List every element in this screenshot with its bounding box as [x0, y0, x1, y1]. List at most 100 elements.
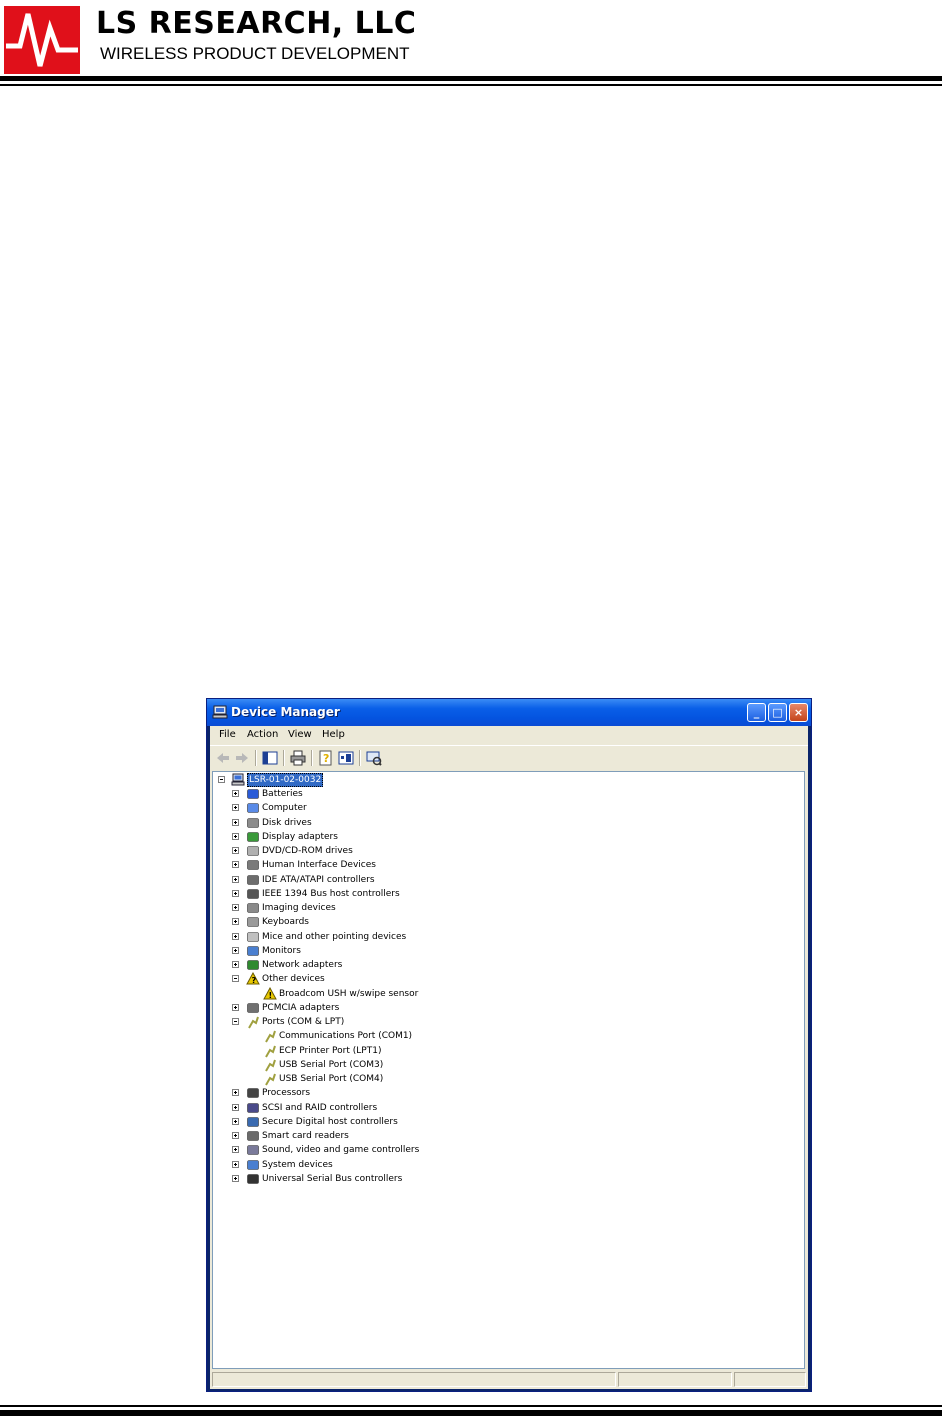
- tree-item-label[interactable]: System devices: [262, 1158, 333, 1172]
- tree-category[interactable]: Sound, video and game controllers: [213, 1143, 793, 1157]
- tree-item-label[interactable]: SCSI and RAID controllers: [262, 1101, 377, 1115]
- expand-icon[interactable]: [232, 861, 239, 869]
- tree-category[interactable]: Computer: [213, 801, 793, 815]
- tree-device[interactable]: USB Serial Port (COM4): [213, 1072, 793, 1086]
- expand-icon[interactable]: [232, 1174, 239, 1182]
- tree-item-label[interactable]: Disk drives: [262, 816, 312, 830]
- close-button[interactable]: ×: [789, 703, 808, 722]
- tree-item-label[interactable]: IEEE 1394 Bus host controllers: [262, 887, 400, 901]
- tree-device[interactable]: USB Serial Port (COM3): [213, 1058, 793, 1072]
- tree-item-label[interactable]: USB Serial Port (COM3): [279, 1058, 383, 1072]
- tree-item-label[interactable]: Processors: [262, 1086, 310, 1100]
- expand-icon[interactable]: [232, 918, 239, 926]
- expand-icon[interactable]: [232, 1132, 239, 1139]
- title-bar[interactable]: Device Manager _ □ ×: [207, 699, 811, 726]
- tree-category[interactable]: Batteries: [213, 787, 793, 801]
- update-driver-icon[interactable]: [338, 750, 354, 766]
- collapse-icon[interactable]: [218, 776, 225, 783]
- tree-category[interactable]: Imaging devices: [213, 901, 793, 915]
- maximize-button[interactable]: □: [768, 703, 787, 722]
- expand-icon[interactable]: [232, 1003, 239, 1011]
- expand-icon[interactable]: [232, 904, 239, 911]
- tree-item-label[interactable]: PCMCIA adapters: [262, 1001, 339, 1015]
- expand-icon[interactable]: [232, 932, 239, 940]
- tree-category[interactable]: Mice and other pointing devices: [213, 930, 793, 944]
- device-tree[interactable]: LSR-01-02-0032 Batteries Computer Disk dri…: [212, 771, 805, 1369]
- expand-icon[interactable]: [232, 1117, 239, 1125]
- tree-item-label[interactable]: Keyboards: [262, 915, 309, 929]
- tree-category[interactable]: Secure Digital host controllers: [213, 1115, 793, 1129]
- tree-category[interactable]: Processors: [213, 1086, 793, 1100]
- expand-icon[interactable]: [232, 961, 239, 968]
- tree-category[interactable]: Universal Serial Bus controllers: [213, 1172, 793, 1186]
- tree-category[interactable]: Keyboards: [213, 915, 793, 929]
- tree-category[interactable]: Disk drives: [213, 816, 793, 830]
- tree-item-label[interactable]: Mice and other pointing devices: [262, 930, 406, 944]
- tree-item-label[interactable]: Ports (COM & LPT): [262, 1015, 344, 1029]
- tree-item-label[interactable]: Display adapters: [262, 830, 338, 844]
- properties-icon[interactable]: ?: [318, 750, 334, 766]
- collapse-icon[interactable]: [232, 975, 239, 983]
- tree-device[interactable]: ECP Printer Port (LPT1): [213, 1044, 793, 1058]
- expand-icon[interactable]: [232, 1103, 239, 1111]
- expand-icon[interactable]: [232, 847, 239, 854]
- tree-item-label[interactable]: Other devices: [262, 972, 325, 986]
- tree-item-label[interactable]: Smart card readers: [262, 1129, 349, 1143]
- tree-category[interactable]: Network adapters: [213, 958, 793, 972]
- tree-category[interactable]: PCMCIA adapters: [213, 1001, 793, 1015]
- tree-item-label[interactable]: ECP Printer Port (LPT1): [279, 1044, 381, 1058]
- menu-help[interactable]: Help: [322, 728, 345, 742]
- expand-icon[interactable]: [232, 946, 239, 954]
- tree-category[interactable]: Smart card readers: [213, 1129, 793, 1143]
- expand-icon[interactable]: [232, 790, 239, 797]
- tree-item-label[interactable]: Communications Port (COM1): [279, 1029, 412, 1043]
- tree-item-label[interactable]: Monitors: [262, 944, 301, 958]
- tree-item-label[interactable]: Broadcom USH w/swipe sensor: [279, 987, 418, 1001]
- expand-icon[interactable]: [232, 889, 239, 897]
- tree-root-label[interactable]: LSR-01-02-0032: [247, 773, 324, 787]
- tree-item-label[interactable]: Human Interface Devices: [262, 858, 376, 872]
- hid-icon: [247, 860, 259, 871]
- tree-category[interactable]: IEEE 1394 Bus host controllers: [213, 887, 793, 901]
- tree-item-label[interactable]: Sound, video and game controllers: [262, 1143, 419, 1157]
- expand-icon[interactable]: [232, 875, 239, 883]
- tree-root[interactable]: LSR-01-02-0032: [215, 773, 515, 787]
- tree-category[interactable]: System devices: [213, 1158, 793, 1172]
- menu-file[interactable]: File: [219, 728, 236, 742]
- tree-category[interactable]: SCSI and RAID controllers: [213, 1101, 793, 1115]
- tree-category[interactable]: Monitors: [213, 944, 793, 958]
- tree-item-label[interactable]: DVD/CD-ROM drives: [262, 844, 353, 858]
- tree-item-label[interactable]: Network adapters: [262, 958, 342, 972]
- expand-icon[interactable]: [232, 818, 239, 826]
- tree-item-label[interactable]: USB Serial Port (COM4): [279, 1072, 383, 1086]
- minimize-button[interactable]: _: [747, 703, 766, 722]
- scan-hardware-icon[interactable]: [366, 750, 382, 766]
- expand-icon[interactable]: [232, 1160, 239, 1168]
- expand-icon[interactable]: [232, 1089, 239, 1097]
- tree-category[interactable]: Display adapters: [213, 830, 793, 844]
- tree-category[interactable]: Human Interface Devices: [213, 858, 793, 872]
- menu-action[interactable]: Action: [247, 728, 278, 742]
- collapse-icon[interactable]: [232, 1018, 239, 1025]
- menu-view[interactable]: View: [288, 728, 312, 742]
- expand-icon[interactable]: [232, 804, 239, 812]
- monitor-icon: [247, 945, 259, 956]
- tree-item-label[interactable]: Secure Digital host controllers: [262, 1115, 398, 1129]
- tree-item-label[interactable]: Universal Serial Bus controllers: [262, 1172, 402, 1186]
- tree-item-label[interactable]: IDE ATA/ATAPI controllers: [262, 873, 375, 887]
- tree-category[interactable]: IDE ATA/ATAPI controllers: [213, 873, 793, 887]
- tree-item-label[interactable]: Batteries: [262, 787, 303, 801]
- expand-icon[interactable]: [232, 1146, 239, 1154]
- tree-category[interactable]: ? Other devices: [213, 972, 793, 986]
- tree-category[interactable]: Ports (COM & LPT): [213, 1015, 793, 1029]
- back-icon[interactable]: [215, 750, 231, 766]
- forward-icon[interactable]: [234, 750, 250, 766]
- tree-device[interactable]: Communications Port (COM1): [213, 1029, 793, 1043]
- expand-icon[interactable]: [232, 832, 239, 840]
- tree-category[interactable]: DVD/CD-ROM drives: [213, 844, 793, 858]
- print-icon[interactable]: [290, 750, 306, 766]
- tree-item-label[interactable]: Imaging devices: [262, 901, 336, 915]
- tree-item-label[interactable]: Computer: [262, 801, 307, 815]
- show-hide-tree-icon[interactable]: [262, 750, 278, 766]
- tree-device[interactable]: ! Broadcom USH w/swipe sensor: [213, 986, 793, 1001]
